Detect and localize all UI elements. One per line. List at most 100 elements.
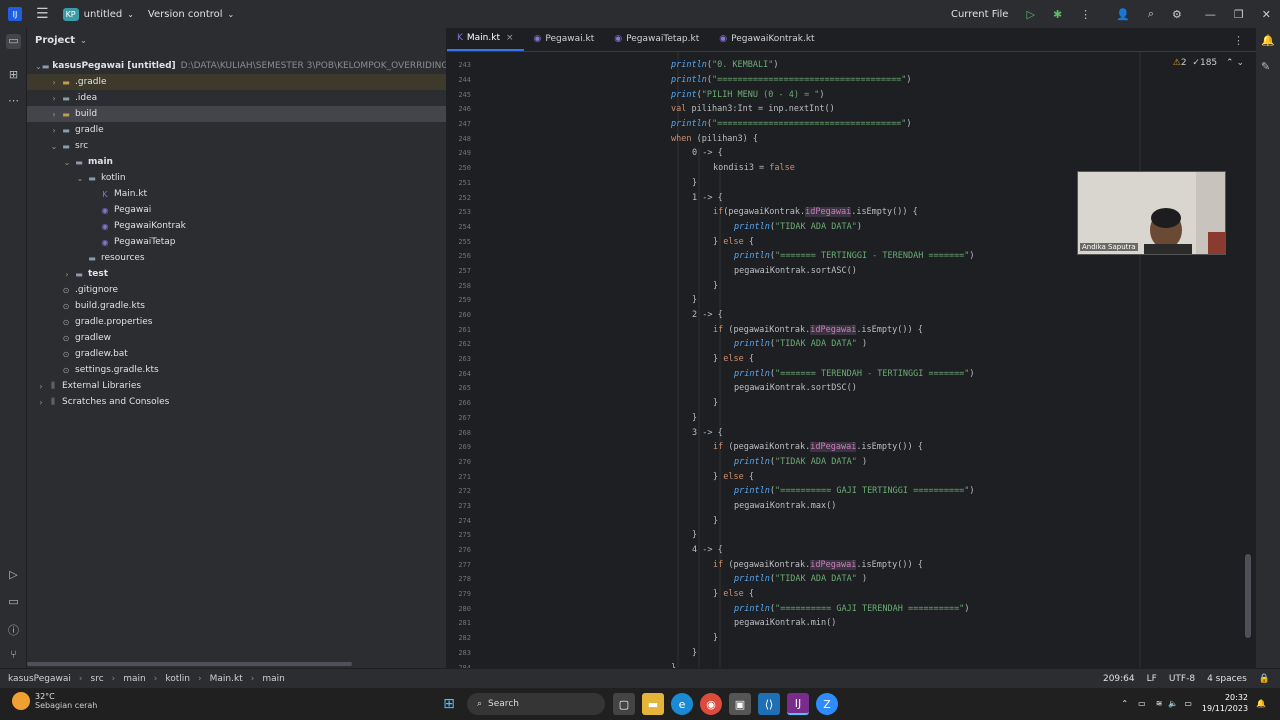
wifi-icon[interactable]: ≋ <box>1156 699 1163 708</box>
vcs-widget[interactable]: Version control <box>148 9 223 20</box>
horizontal-scrollbar[interactable] <box>27 662 352 666</box>
code-line[interactable]: 266} <box>447 396 1247 411</box>
battery-icon[interactable]: ▭ <box>1184 699 1192 708</box>
project-chevron-down-icon[interactable]: ⌄ <box>127 10 134 19</box>
maximize-icon[interactable]: ❐ <box>1234 8 1244 21</box>
code-line[interactable]: 259} <box>447 293 1247 308</box>
breadcrumb-src[interactable]: src <box>91 674 104 684</box>
tree-item[interactable]: ◉ PegawaiTetap <box>27 234 446 250</box>
tree-item[interactable]: › ⫼ Scratches and Consoles <box>27 394 446 410</box>
editor-tab[interactable]: ◉ Pegawai.kt <box>524 27 605 51</box>
chevron-right-icon[interactable]: › <box>48 78 60 87</box>
breadcrumb-project[interactable]: kasusPegawai <box>8 674 71 684</box>
main-menu-icon[interactable]: ☰ <box>36 6 49 22</box>
tree-item[interactable]: › ⫼ External Libraries <box>27 378 446 394</box>
close-tab-icon[interactable]: × <box>506 33 514 43</box>
tree-item[interactable]: ⊙ gradle.properties <box>27 314 446 330</box>
tree-item[interactable]: ◉ Pegawai <box>27 202 446 218</box>
editor-tab[interactable]: ◉ PegawaiKontrak.kt <box>709 27 824 51</box>
chevron-right-icon[interactable]: › <box>35 398 47 407</box>
code-line[interactable]: 258} <box>447 278 1247 293</box>
problems-icon[interactable]: ⓘ <box>6 622 21 637</box>
code-view[interactable]: 243 println("0. KEMBALI") 244 println("====… <box>447 58 1247 675</box>
line-separator[interactable]: LF <box>1147 674 1157 684</box>
chevron-right-icon[interactable]: › <box>48 94 60 103</box>
code-line[interactable]: 244 println("============================… <box>447 73 1247 88</box>
tab-options-icon[interactable]: ⋮ <box>1233 34 1244 47</box>
vscode-icon[interactable]: ⟨⟩ <box>758 693 780 715</box>
code-line[interactable]: 280 println("========== GAJI TERENDAH ===… <box>447 601 1247 616</box>
tree-item[interactable]: › ▬ .idea <box>27 90 446 106</box>
code-line[interactable]: 268 3 -> { <box>447 425 1247 440</box>
code-line[interactable]: 264 println("======= TERENDAH - TERTINGGI… <box>447 366 1247 381</box>
weather-widget[interactable]: 32°C Sebagian cerah <box>12 692 97 710</box>
lock-icon[interactable]: 🔒 <box>1259 674 1270 684</box>
tree-item[interactable]: K Main.kt <box>27 186 446 202</box>
tree-item[interactable]: ⊙ settings.gradle.kts <box>27 362 446 378</box>
clock[interactable]: 20:32 19/11/2023 <box>1202 692 1248 714</box>
tree-item[interactable]: ⌄ ▬ kasusPegawai [untitled] D:\DATA\KULIAH\… <box>27 58 446 74</box>
project-folder-icon[interactable]: ▭ <box>6 34 21 49</box>
code-line[interactable]: 261 if (pegawaiKontrak.idPegawai.isEmpty(… <box>447 322 1247 337</box>
tree-item[interactable]: ⌄ ▬ main <box>27 154 446 170</box>
chevron-right-icon[interactable]: › <box>48 126 60 135</box>
task-view-icon[interactable]: ▢ <box>613 693 635 715</box>
chevron-down-icon[interactable]: ⌄ <box>61 158 73 167</box>
tree-item[interactable]: ◉ PegawaiKontrak <box>27 218 446 234</box>
tree-item[interactable]: ⊙ gradlew <box>27 330 446 346</box>
code-line[interactable]: 272 println("========== GAJI TERTINGGI ==… <box>447 484 1247 499</box>
code-line[interactable]: 281 pegawaiKontrak.min() <box>447 616 1247 631</box>
code-line[interactable]: 274} <box>447 513 1247 528</box>
project-panel-header[interactable]: Project ⌄ <box>27 28 446 52</box>
code-line[interactable]: 279} else { <box>447 587 1247 602</box>
code-line[interactable]: 246 val pilihan3:Int = inp.nextInt() <box>447 102 1247 117</box>
breadcrumb-main[interactable]: main <box>123 674 146 684</box>
tree-item[interactable]: › ▬ build <box>27 106 446 122</box>
indent-setting[interactable]: 4 spaces <box>1207 674 1247 684</box>
tree-item[interactable]: ⌄ ▬ src <box>27 138 446 154</box>
code-line[interactable]: 270 println("TIDAK ADA DATA" ) <box>447 455 1247 470</box>
vcs-chevron-down-icon[interactable]: ⌄ <box>228 10 235 19</box>
debug-icon[interactable]: ✱ <box>1053 8 1062 21</box>
code-line[interactable]: 263} else { <box>447 352 1247 367</box>
code-line[interactable]: 248 when (pilihan3) { <box>447 131 1247 146</box>
code-line[interactable]: 245 print("PILIH MENU (0 - 4) = ") <box>447 87 1247 102</box>
tree-item[interactable]: ⌄ ▬ kotlin <box>27 170 446 186</box>
chevron-down-icon[interactable]: ⌄ <box>35 62 42 71</box>
tree-item[interactable]: ⊙ build.gradle.kts <box>27 298 446 314</box>
code-line[interactable]: 282} <box>447 631 1247 646</box>
code-line[interactable]: 271} else { <box>447 469 1247 484</box>
microsoft-store-icon[interactable]: ▣ <box>729 693 751 715</box>
tree-item[interactable]: › ▬ .gradle <box>27 74 446 90</box>
settings-gear-icon[interactable]: ⚙ <box>1172 8 1182 21</box>
breadcrumb-function[interactable]: main <box>262 674 285 684</box>
code-line[interactable]: 276 4 -> { <box>447 543 1247 558</box>
minimize-icon[interactable]: — <box>1205 8 1216 21</box>
code-line[interactable]: 283} <box>447 646 1247 661</box>
editor-scrollbar-thumb[interactable] <box>1245 554 1251 638</box>
file-explorer-icon[interactable]: ▬ <box>642 693 664 715</box>
code-line[interactable]: 273 pegawaiKontrak.max() <box>447 499 1247 514</box>
edge-browser-icon[interactable]: e <box>671 693 693 715</box>
tree-item[interactable]: › ▬ gradle <box>27 122 446 138</box>
code-line[interactable]: 249 0 -> { <box>447 146 1247 161</box>
breadcrumb-file[interactable]: Main.kt <box>210 674 243 684</box>
more-actions-icon[interactable]: ⋮ <box>1080 8 1091 21</box>
taskbar-app-icon[interactable]: ▭ <box>1138 699 1146 708</box>
add-user-icon[interactable]: 👤 <box>1116 8 1130 21</box>
editor-tab[interactable]: K Main.kt × <box>447 27 524 51</box>
editor-tab[interactable]: ◉ PegawaiTetap.kt <box>604 27 709 51</box>
tree-item[interactable]: ▬ resources <box>27 250 446 266</box>
structure-icon[interactable]: ⊞ <box>6 68 21 83</box>
code-line[interactable]: 278 println("TIDAK ADA DATA" ) <box>447 572 1247 587</box>
code-line[interactable]: 275} <box>447 528 1247 543</box>
breadcrumb-kotlin[interactable]: kotlin <box>165 674 190 684</box>
volume-icon[interactable]: 🔈 <box>1168 699 1178 708</box>
chrome-browser-icon[interactable]: ◉ <box>700 693 722 715</box>
chevron-right-icon[interactable]: › <box>48 110 60 119</box>
tree-item[interactable]: › ▬ test <box>27 266 446 282</box>
run-tool-icon[interactable]: ▷ <box>6 568 21 583</box>
chevron-down-icon[interactable]: ⌄ <box>48 142 60 151</box>
search-icon[interactable]: ⌕ <box>1148 7 1154 21</box>
notification-bell-icon[interactable]: 🔔 <box>1256 699 1266 708</box>
